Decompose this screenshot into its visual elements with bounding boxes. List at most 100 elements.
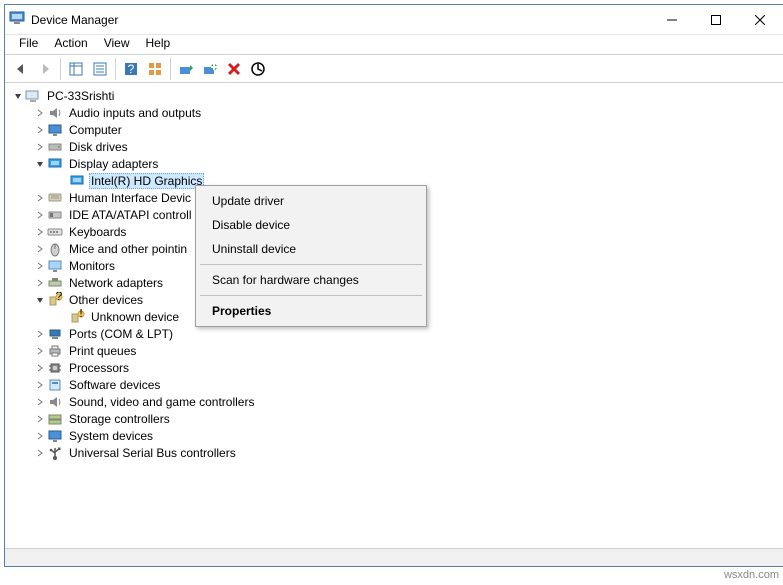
system-icon — [47, 428, 63, 444]
tree-label: Sound, video and game controllers — [67, 394, 256, 410]
disable-button[interactable] — [246, 57, 270, 81]
minimize-button[interactable] — [650, 6, 694, 34]
chevron-right-icon[interactable] — [33, 446, 47, 460]
network-icon — [47, 275, 63, 291]
cpu-icon — [47, 360, 63, 376]
chevron-down-icon[interactable] — [11, 89, 25, 103]
svg-text:!: ! — [79, 309, 82, 320]
help-button[interactable]: ? — [119, 57, 143, 81]
scan-hardware-button[interactable] — [198, 57, 222, 81]
usb-icon — [47, 445, 63, 461]
context-menu: Update driver Disable device Uninstall d… — [195, 185, 427, 327]
chevron-right-icon[interactable] — [33, 123, 47, 137]
window-title: Device Manager — [31, 13, 650, 27]
tree-label: PC-33Srishti — [45, 88, 116, 104]
ports-icon — [47, 326, 63, 342]
tree-item-usb[interactable]: Universal Serial Bus controllers — [7, 444, 783, 461]
mouse-icon — [47, 241, 63, 257]
chevron-right-icon[interactable] — [33, 191, 47, 205]
chevron-right-icon[interactable] — [33, 225, 47, 239]
menu-help[interactable]: Help — [138, 34, 179, 52]
chevron-right-icon[interactable] — [33, 395, 47, 409]
menu-file[interactable]: File — [11, 34, 46, 52]
chevron-down-icon[interactable] — [33, 293, 47, 307]
menubar: File Action View Help — [5, 35, 783, 55]
chevron-right-icon[interactable] — [33, 140, 47, 154]
tree-item-storage[interactable]: Storage controllers — [7, 410, 783, 427]
tree-item-audio[interactable]: Audio inputs and outputs — [7, 104, 783, 121]
tree-item-sound[interactable]: Sound, video and game controllers — [7, 393, 783, 410]
svg-text:?: ? — [128, 62, 135, 76]
uninstall-button[interactable] — [222, 57, 246, 81]
toolbar: ? — [5, 55, 783, 83]
chevron-spacer — [55, 310, 69, 324]
chevron-right-icon[interactable] — [33, 412, 47, 426]
tree-label: System devices — [67, 428, 155, 444]
toolbar-separator — [60, 58, 61, 80]
tree-label: Storage controllers — [67, 411, 172, 427]
display-adapter-icon — [47, 156, 63, 172]
menu-view[interactable]: View — [96, 34, 138, 52]
printer-icon — [47, 343, 63, 359]
watermark: wsxdn.com — [4, 569, 779, 581]
svg-text:?: ? — [56, 292, 63, 303]
chevron-right-icon[interactable] — [33, 208, 47, 222]
tree-item-disk[interactable]: Disk drives — [7, 138, 783, 155]
chevron-right-icon[interactable] — [33, 259, 47, 273]
menu-action[interactable]: Action — [46, 34, 95, 52]
close-button[interactable] — [738, 6, 782, 34]
chevron-right-icon[interactable] — [33, 344, 47, 358]
sound-icon — [47, 394, 63, 410]
show-hide-tree-button[interactable] — [64, 57, 88, 81]
ctx-disable-device[interactable]: Disable device — [198, 213, 424, 237]
chevron-right-icon[interactable] — [33, 106, 47, 120]
tree-item-processors[interactable]: Processors — [7, 359, 783, 376]
ctx-update-driver[interactable]: Update driver — [198, 189, 424, 213]
forward-button[interactable] — [33, 57, 57, 81]
chevron-spacer — [55, 174, 69, 188]
tree-label: Display adapters — [67, 156, 160, 172]
tree-label: Universal Serial Bus controllers — [67, 445, 238, 461]
tree-item-display[interactable]: Display adapters — [7, 155, 783, 172]
chevron-right-icon[interactable] — [33, 429, 47, 443]
chevron-right-icon[interactable] — [33, 378, 47, 392]
tree-label: Human Interface Devic — [67, 190, 193, 206]
ctx-scan-hardware[interactable]: Scan for hardware changes — [198, 268, 424, 292]
chevron-down-icon[interactable] — [33, 157, 47, 171]
update-driver-button[interactable] — [174, 57, 198, 81]
tree-label: Print queues — [67, 343, 138, 359]
other-devices-icon: ? — [47, 292, 63, 308]
tree-item-system-devices[interactable]: System devices — [7, 427, 783, 444]
back-button[interactable] — [9, 57, 33, 81]
tree-label: Ports (COM & LPT) — [67, 326, 175, 342]
tree-label: Computer — [67, 122, 124, 138]
maximize-button[interactable] — [694, 6, 738, 34]
chevron-right-icon[interactable] — [33, 327, 47, 341]
tree-item-ports[interactable]: Ports (COM & LPT) — [7, 325, 783, 342]
tree-root[interactable]: PC-33Srishti — [7, 87, 783, 104]
tree-label: Intel(R) HD Graphics — [89, 173, 204, 189]
titlebar: Device Manager — [5, 5, 783, 35]
tree-item-software-devices[interactable]: Software devices — [7, 376, 783, 393]
tree-label: Network adapters — [67, 275, 165, 291]
tree-label: Unknown device — [89, 309, 181, 325]
tree-label: Disk drives — [67, 139, 130, 155]
toolbar-separator — [170, 58, 171, 80]
tree-item-computer[interactable]: Computer — [7, 121, 783, 138]
tree-label: Mice and other pointin — [67, 241, 189, 257]
ctx-properties[interactable]: Properties — [198, 299, 424, 323]
properties-button[interactable] — [88, 57, 112, 81]
tiles-button[interactable] — [143, 57, 167, 81]
display-adapter-icon — [69, 173, 85, 189]
chevron-right-icon[interactable] — [33, 276, 47, 290]
chevron-right-icon[interactable] — [33, 361, 47, 375]
statusbar — [5, 548, 783, 566]
ctx-separator — [200, 295, 422, 296]
ctx-uninstall-device[interactable]: Uninstall device — [198, 237, 424, 261]
keyboard-icon — [47, 224, 63, 240]
app-icon — [9, 10, 25, 29]
chevron-right-icon[interactable] — [33, 242, 47, 256]
tree-label: Monitors — [67, 258, 117, 274]
device-tree[interactable]: PC-33Srishti Audio inputs and outputs Co… — [5, 83, 783, 546]
tree-item-print-queues[interactable]: Print queues — [7, 342, 783, 359]
